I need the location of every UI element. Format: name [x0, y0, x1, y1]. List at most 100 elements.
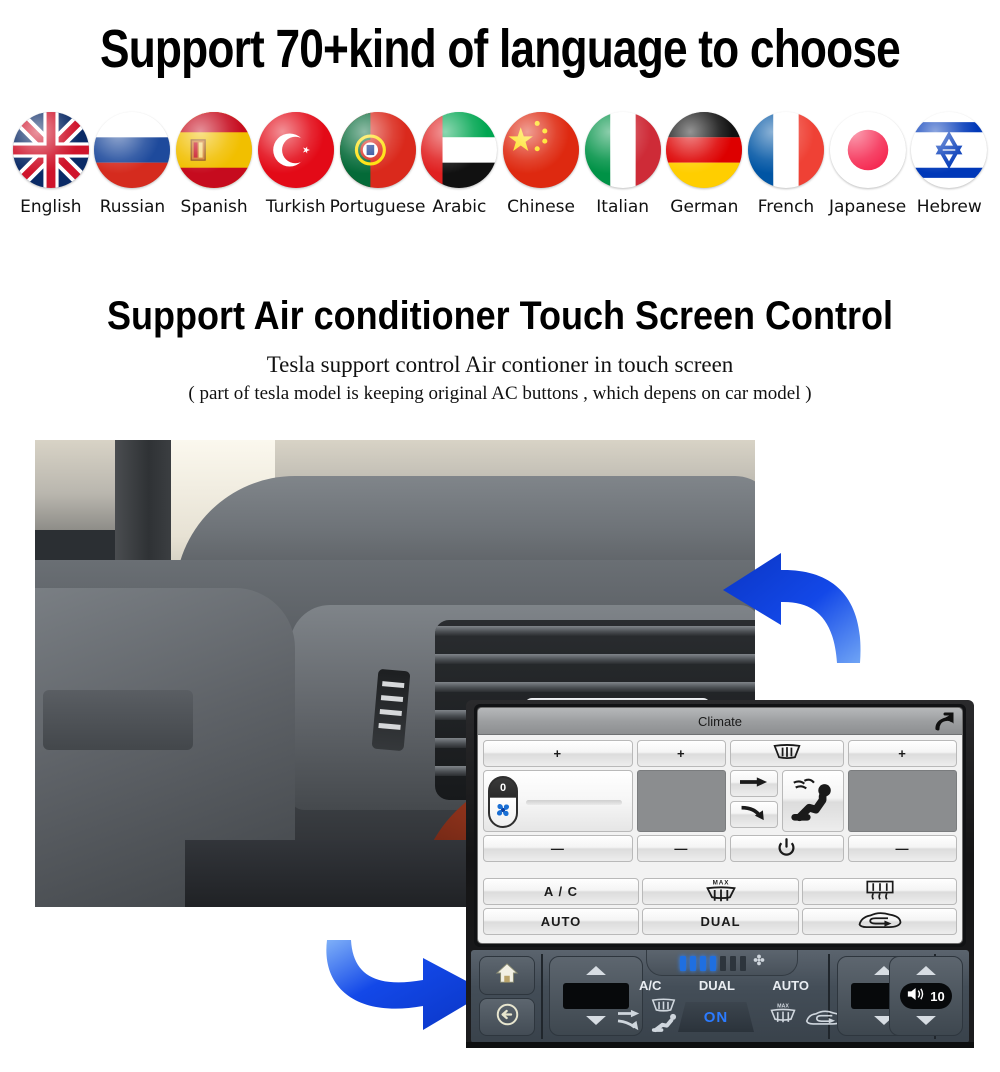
- language-label: Hebrew: [916, 197, 982, 217]
- curved-arrow-left-icon: [715, 545, 865, 665]
- back-arrow-icon[interactable]: [932, 710, 956, 732]
- spain-flag-icon: [176, 112, 253, 188]
- language-item-italian[interactable]: Italian: [582, 112, 664, 217]
- left-temp-display: [563, 983, 629, 1009]
- china-flag-icon: [503, 112, 580, 188]
- fan-icon: [493, 800, 513, 825]
- home-icon: [495, 962, 519, 989]
- floor-vent-button[interactable]: [729, 801, 778, 828]
- fan-slider-track[interactable]: [526, 800, 622, 805]
- language-item-french[interactable]: French: [745, 112, 827, 217]
- volume-display: 10: [900, 983, 952, 1009]
- dual-button[interactable]: DUAL: [642, 908, 799, 935]
- driver-temp-up-button[interactable]: +: [483, 740, 633, 767]
- language-item-japanese[interactable]: Japanese: [827, 112, 909, 217]
- fan-speed-down-button[interactable]: —: [636, 835, 726, 862]
- language-item-english[interactable]: English: [10, 112, 92, 217]
- ac-button[interactable]: A / C: [483, 878, 639, 905]
- language-item-turkish[interactable]: Turkish: [255, 112, 337, 217]
- italy-flag-icon: [584, 112, 661, 188]
- on-label: ON: [703, 1008, 729, 1026]
- svg-text:MAX: MAX: [712, 880, 729, 887]
- screen-title-bar: Climate: [478, 708, 962, 735]
- turkey-flag-icon: [257, 112, 334, 188]
- language-item-spanish[interactable]: Spanish: [173, 112, 255, 217]
- france-flag-icon: [747, 112, 824, 188]
- portugal-flag-icon: [339, 112, 416, 188]
- language-flag-list: English Russian Spanish Turkish Portugue…: [10, 112, 990, 242]
- driver-temp-down-button[interactable]: —: [483, 835, 633, 862]
- back-circle-icon: [496, 1003, 519, 1031]
- curved-arrow-right-icon: [315, 940, 490, 1045]
- israel-flag-icon: [911, 112, 988, 188]
- fan-level-indicator: [646, 950, 798, 976]
- airflow-arrows-icon[interactable]: [617, 1008, 643, 1037]
- seat-airflow-icon[interactable]: [651, 1012, 681, 1039]
- max-defrost-button[interactable]: MAX: [642, 878, 799, 905]
- germany-flag-icon: [666, 112, 743, 188]
- fan-level-value: 0: [499, 782, 507, 794]
- hw-label-dual[interactable]: DUAL: [699, 978, 735, 993]
- volume-rocker[interactable]: 10: [889, 956, 963, 1036]
- fan-icon: [753, 953, 765, 971]
- hardware-button-bar: A/C DUAL AUTO ON MAX 10: [471, 950, 969, 1043]
- uk-flag-icon: [12, 112, 89, 188]
- airflow-direction-group: [729, 770, 778, 832]
- chevron-up-icon[interactable]: [586, 962, 606, 980]
- passenger-temp-up-button[interactable]: +: [847, 740, 958, 767]
- chevron-down-icon[interactable]: [916, 1012, 936, 1030]
- unit-bottom-edge: [466, 1042, 974, 1048]
- max-defrost-icon: MAX: [703, 878, 739, 905]
- seat-airflow-button[interactable]: [781, 770, 845, 832]
- passenger-temp-down-button[interactable]: —: [847, 835, 958, 862]
- rear-defrost-icon: [863, 879, 897, 904]
- max-defrost-icon[interactable]: MAX: [768, 1002, 798, 1029]
- hw-label-auto[interactable]: AUTO: [772, 978, 809, 993]
- language-label: English: [20, 197, 82, 217]
- arrow-down-curve-icon: [740, 805, 768, 824]
- language-item-chinese[interactable]: Chinese: [500, 112, 582, 217]
- language-label: Japanese: [828, 197, 907, 217]
- japan-flag-icon: [829, 112, 906, 188]
- recirculate-button[interactable]: [802, 908, 957, 935]
- fan-speed-slider[interactable]: 0: [483, 770, 633, 832]
- home-button[interactable]: [479, 956, 535, 995]
- language-label: Russian: [99, 197, 166, 217]
- passenger-temp-display: [848, 770, 958, 832]
- recirculate-icon: [856, 909, 904, 934]
- ac-subtitle-line1: Tesla support control Air contioner in t…: [266, 352, 734, 377]
- language-item-arabic[interactable]: Arabic: [419, 112, 501, 217]
- rear-defrost-button[interactable]: [802, 878, 957, 905]
- language-label: Arabic: [432, 197, 487, 217]
- front-defrost-icon: [772, 744, 802, 763]
- climate-row-top: + + +: [483, 740, 958, 767]
- language-label: German: [670, 197, 739, 217]
- fan-slider-knob[interactable]: 0: [488, 776, 518, 828]
- language-item-hebrew[interactable]: Hebrew: [908, 112, 990, 217]
- back-button[interactable]: [479, 997, 535, 1036]
- face-vent-button[interactable]: [729, 770, 778, 797]
- chevron-down-icon[interactable]: [586, 1012, 606, 1030]
- russia-flag-icon: [94, 112, 171, 188]
- auto-button[interactable]: AUTO: [483, 908, 639, 935]
- fan-speed-up-button[interactable]: +: [636, 740, 726, 767]
- front-defrost-button[interactable]: [729, 740, 844, 767]
- language-label: Turkish: [265, 197, 326, 217]
- power-button[interactable]: [729, 835, 844, 862]
- chevron-up-icon[interactable]: [916, 962, 936, 980]
- arrow-right-icon: [739, 776, 768, 791]
- climate-button-grid: + + + 0 — — —: [483, 740, 958, 862]
- hw-label-ac[interactable]: A/C: [639, 978, 661, 993]
- volume-icon: [907, 987, 926, 1006]
- screen-title-text: Climate: [697, 713, 743, 729]
- hw-left-keys: [479, 956, 535, 1036]
- language-item-portuguese[interactable]: Portuguese: [330, 112, 425, 217]
- uae-flag-icon: [421, 112, 498, 188]
- climate-row-ac: A / C MAX: [483, 878, 957, 905]
- language-item-german[interactable]: German: [663, 112, 745, 217]
- page-title-languages: Support 70+kind of language to choose: [99, 19, 901, 79]
- language-label: Italian: [596, 197, 650, 217]
- ac-on-indicator[interactable]: ON: [678, 1002, 754, 1032]
- language-item-russian[interactable]: Russian: [92, 112, 174, 217]
- driver-temp-display: [636, 770, 726, 832]
